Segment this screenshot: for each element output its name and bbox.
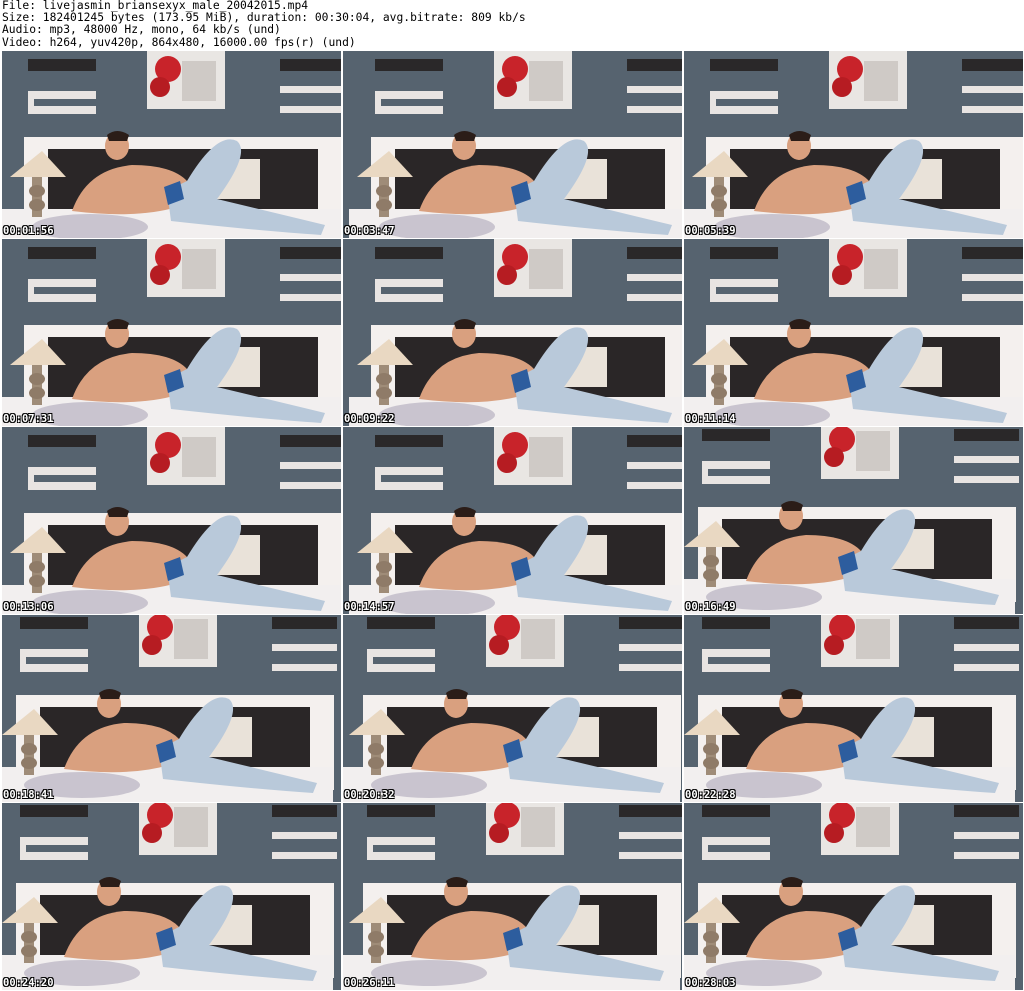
- video-thumbnail: 00:11:14: [684, 239, 1023, 426]
- video-thumbnail: 00:16:49: [684, 427, 1023, 614]
- thumbnail-timestamp: 00:24:20: [3, 977, 54, 989]
- scene-image: [343, 51, 682, 238]
- audio-info-line: Audio: mp3, 48000 Hz, mono, 64 kb/s (und…: [2, 23, 281, 37]
- scene-image: [2, 615, 341, 802]
- scene-image: [684, 427, 1023, 614]
- video-thumbnail: 00:01:56: [2, 51, 341, 238]
- video-thumbnail: 00:14:57: [343, 427, 682, 614]
- video-thumbnail: 00:20:32: [343, 615, 682, 802]
- scene-image: [2, 239, 341, 426]
- video-thumbnail: 00:05:39: [684, 51, 1023, 238]
- video-info-line: Video: h264, yuv420p, 864x480, 16000.00 …: [2, 35, 356, 49]
- thumbnail-timestamp: 00:01:56: [3, 225, 54, 237]
- thumbnail-timestamp: 00:20:32: [344, 789, 395, 801]
- scene-image: [2, 51, 341, 238]
- video-thumbnail: 00:09:22: [343, 239, 682, 426]
- scene-image: [343, 803, 682, 990]
- thumbnail-timestamp: 00:13:06: [3, 601, 54, 613]
- thumbnail-timestamp: 00:14:57: [344, 601, 395, 613]
- video-thumbnail: 00:28:03: [684, 803, 1023, 990]
- thumbnail-timestamp: 00:16:49: [685, 601, 736, 613]
- video-thumbnail: 00:03:47: [343, 51, 682, 238]
- video-thumbnail: 00:24:20: [2, 803, 341, 990]
- video-thumbnail: 00:07:31: [2, 239, 341, 426]
- video-thumbnail: 00:13:06: [2, 427, 341, 614]
- scene-image: [343, 239, 682, 426]
- video-thumbnail: 00:18:41: [2, 615, 341, 802]
- scene-image: [343, 615, 682, 802]
- thumbnail-timestamp: 00:11:14: [685, 413, 736, 425]
- thumbnail-timestamp: 00:03:47: [344, 225, 395, 237]
- thumbnail-timestamp: 00:22:28: [685, 789, 736, 801]
- thumbnail-grid: 00:01:56 00:03:47 00:05:39 00:07:31 00:0…: [2, 51, 1023, 990]
- thumbnail-timestamp: 00:09:22: [344, 413, 395, 425]
- video-thumbnail: 00:22:28: [684, 615, 1023, 802]
- video-thumbnail: 00:26:11: [343, 803, 682, 990]
- thumbnail-timestamp: 00:18:41: [3, 789, 54, 801]
- scene-image: [2, 427, 341, 614]
- file-info-header: File: livejasmin_briansexyx_male_2004201…: [2, 0, 1022, 50]
- thumbnail-timestamp: 00:07:31: [3, 413, 54, 425]
- scene-image: [684, 803, 1023, 990]
- scene-image: [684, 51, 1023, 238]
- scene-image: [343, 427, 682, 614]
- scene-image: [2, 803, 341, 990]
- thumbnail-timestamp: 00:05:39: [685, 225, 736, 237]
- thumbnail-timestamp: 00:26:11: [344, 977, 395, 989]
- scene-image: [684, 615, 1023, 802]
- thumbnail-timestamp: 00:28:03: [685, 977, 736, 989]
- scene-image: [684, 239, 1023, 426]
